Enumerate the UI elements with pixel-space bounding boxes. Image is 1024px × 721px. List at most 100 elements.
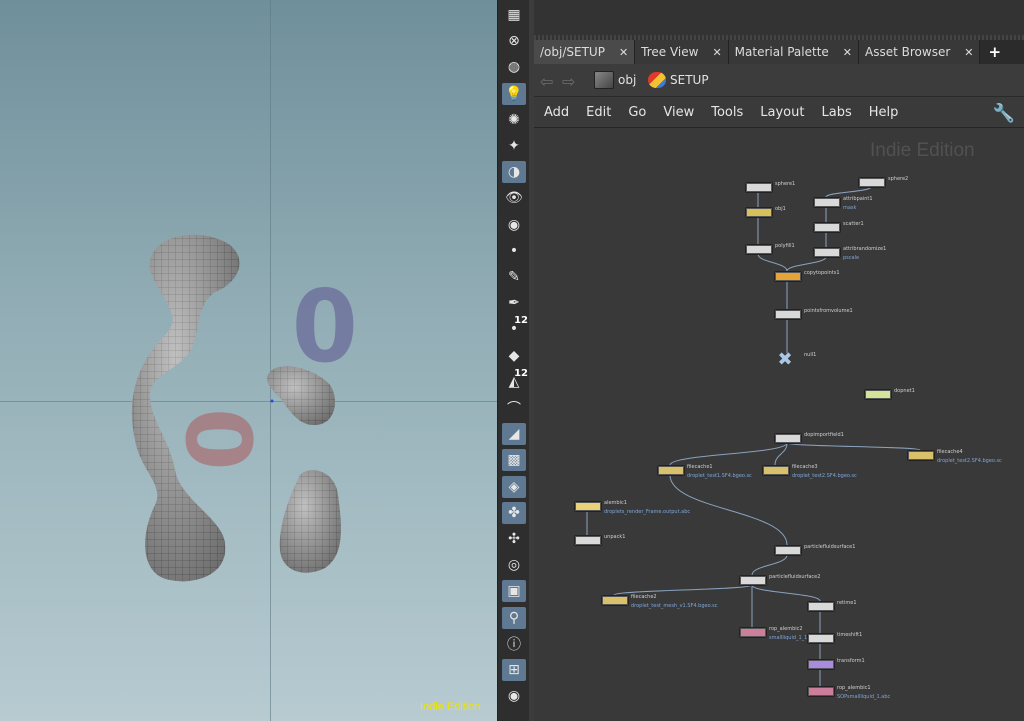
node-body[interactable] [907, 450, 935, 461]
close-icon[interactable]: ✕ [619, 46, 628, 59]
node-body[interactable] [601, 595, 629, 606]
node-attribrandomize1[interactable]: attribrandomize1 pscale [813, 246, 886, 261]
diamond-tool-icon[interactable]: ◈ [502, 475, 526, 498]
node-particlefluidsurface2[interactable]: particlefluidsurface2 [739, 574, 820, 586]
node-body[interactable] [774, 545, 802, 556]
wrench-icon[interactable]: 🔧 [992, 101, 1016, 125]
particle-count-icon[interactable]: • 12 [502, 315, 528, 340]
menu-tools[interactable]: Tools [711, 105, 743, 120]
node-obj1[interactable]: obj1 [745, 206, 786, 218]
node-attribpaint1[interactable]: attribpaint1 mask [813, 196, 873, 211]
node-body[interactable] [858, 177, 886, 188]
node-body[interactable] [807, 601, 835, 612]
node-transform1[interactable]: transform1 [793, 641, 865, 691]
dot-icon[interactable]: • [502, 240, 526, 262]
node-body[interactable] [745, 244, 773, 255]
menu-go[interactable]: Go [628, 105, 646, 120]
visibility-eye-icon[interactable]: ◉ [502, 685, 526, 707]
light-bulb-icon[interactable]: 💡 [502, 82, 526, 105]
quad-view-icon[interactable]: ⊞ [502, 659, 526, 681]
node-body[interactable] [739, 627, 767, 638]
node-body[interactable] [574, 501, 602, 512]
close-circle-icon[interactable]: ⊗ [502, 30, 526, 52]
node-filecache4[interactable]: filecache4 droplet_test2.SF4.bgeo.sc [907, 449, 1002, 464]
close-icon[interactable]: ✕ [964, 46, 973, 59]
breadcrumb-obj[interactable]: obj [594, 70, 636, 90]
breadcrumb-setup[interactable]: SETUP [648, 70, 709, 90]
fan-tool-icon[interactable]: ✣ [502, 528, 526, 550]
tab-tree-view[interactable]: Tree View ✕ [635, 40, 729, 64]
back-arrow-icon[interactable]: ⇦ [540, 72, 553, 91]
node-alembic1[interactable]: alembic1 droplets_render_Frame.output.abc [574, 500, 690, 515]
node-filecache1[interactable]: filecache1 droplet_test1.SF4.bgeo.sc [657, 464, 752, 479]
node-body[interactable] [745, 207, 773, 218]
tab-asset-browser[interactable]: Asset Browser ✕ [859, 40, 981, 64]
node-body[interactable] [813, 197, 841, 208]
sphere-tool-icon[interactable]: ◍ [502, 56, 526, 78]
menu-layout[interactable]: Layout [760, 105, 804, 120]
point-light-icon[interactable]: ✺ [502, 109, 526, 131]
node-sphere2[interactable]: sphere2 [858, 176, 908, 188]
disc-tool-icon[interactable]: ◎ [502, 554, 526, 576]
menu-edit[interactable]: Edit [586, 105, 611, 120]
node-filecache3[interactable]: filecache3 droplet_test2.SF4.bgeo.sc [762, 464, 857, 479]
node-sphere1[interactable]: sphere1 [745, 181, 795, 193]
node-copytopoints1[interactable]: copytopoints1 [774, 270, 840, 282]
node-body[interactable] [774, 271, 802, 282]
node-body[interactable]: ✖ [774, 351, 796, 369]
plane-tool-icon[interactable]: ◢ [502, 423, 526, 446]
map-pin-icon[interactable]: ⚲ [502, 606, 526, 629]
menu-add[interactable]: Add [544, 105, 569, 120]
paint-bucket-icon[interactable]: ◆ [502, 345, 526, 367]
node-retime1[interactable]: retime1 [807, 600, 857, 612]
node-body[interactable] [864, 389, 892, 400]
checker-sphere-icon[interactable]: ◑ [502, 161, 526, 184]
node-body[interactable] [774, 309, 802, 320]
node-body[interactable] [813, 222, 841, 233]
node-dopnet1[interactable]: dopnet1 [864, 388, 915, 400]
pen-icon[interactable]: ✒ [502, 292, 526, 314]
network-editor[interactable]: Indie Edition sphere1 obj1 polyfill1 sphere… [534, 128, 1024, 721]
box-tool-icon[interactable]: ▦ [502, 4, 526, 26]
node-particlefluidsurface1[interactable]: particlefluidsurface1 [774, 544, 855, 556]
scene-viewport[interactable]: 0 0 Indie Edition [0, 0, 497, 721]
node-unpack1[interactable]: unpack1 [574, 534, 625, 546]
node-scatter1[interactable]: scatter1 [813, 221, 864, 233]
menu-labs[interactable]: Labs [821, 105, 851, 120]
curve-tool-icon[interactable]: ⌒ [502, 397, 526, 419]
close-icon[interactable]: ✕ [712, 46, 721, 59]
camera-eye-icon[interactable]: ◉ [502, 214, 526, 236]
node-body[interactable] [774, 433, 802, 444]
node-body[interactable] [762, 465, 790, 476]
menu-view[interactable]: View [663, 105, 694, 120]
node-timeshift1[interactable]: timeshift1 [807, 632, 862, 644]
puzzle-icon[interactable]: ✤ [502, 501, 526, 524]
node-rop_alembic2[interactable]: rop_alembic2 smallliquid_1_1.abc [739, 626, 818, 641]
forward-arrow-icon[interactable]: ⇨ [562, 72, 575, 91]
info-icon[interactable]: ⓘ [502, 633, 526, 655]
node-body[interactable] [574, 535, 602, 546]
node-body[interactable] [739, 575, 767, 586]
tab-material-palette[interactable]: Material Palette ✕ [728, 40, 860, 64]
node-body[interactable] [807, 686, 835, 697]
node-dopimportfield1[interactable]: dopimportfield1 [774, 432, 844, 444]
node-body[interactable] [807, 633, 835, 644]
brush-icon[interactable]: ✎ [502, 266, 526, 288]
eye-icon[interactable]: 👁 [502, 187, 526, 209]
tab-obj-setup[interactable]: /obj/SETUP ✕ [534, 40, 636, 64]
checker-tool-icon[interactable]: ▩ [502, 449, 526, 472]
node-polyfill1[interactable]: polyfill1 [745, 243, 795, 255]
node-body[interactable] [807, 659, 835, 670]
image-tool-icon[interactable]: ▣ [502, 580, 526, 603]
layer-count-icon[interactable]: ◭ 12 [502, 368, 528, 393]
node-filecache2[interactable]: filecache2 droplet_test_mesh_v1.SF4.bgeo.… [601, 594, 718, 609]
node-body[interactable] [657, 465, 685, 476]
menu-help[interactable]: Help [869, 105, 899, 120]
add-tab-button[interactable]: + [980, 40, 1009, 64]
node-rop_alembic1[interactable]: rop_alembic1 SOPsmallliquid_1.abc [807, 685, 890, 700]
spot-light-icon[interactable]: ✦ [502, 135, 526, 157]
node-pointsfromvolume1[interactable]: pointsfromvolume1 [774, 308, 853, 320]
node-body[interactable] [813, 247, 841, 258]
node-body[interactable] [745, 182, 773, 193]
close-icon[interactable]: ✕ [843, 46, 852, 59]
